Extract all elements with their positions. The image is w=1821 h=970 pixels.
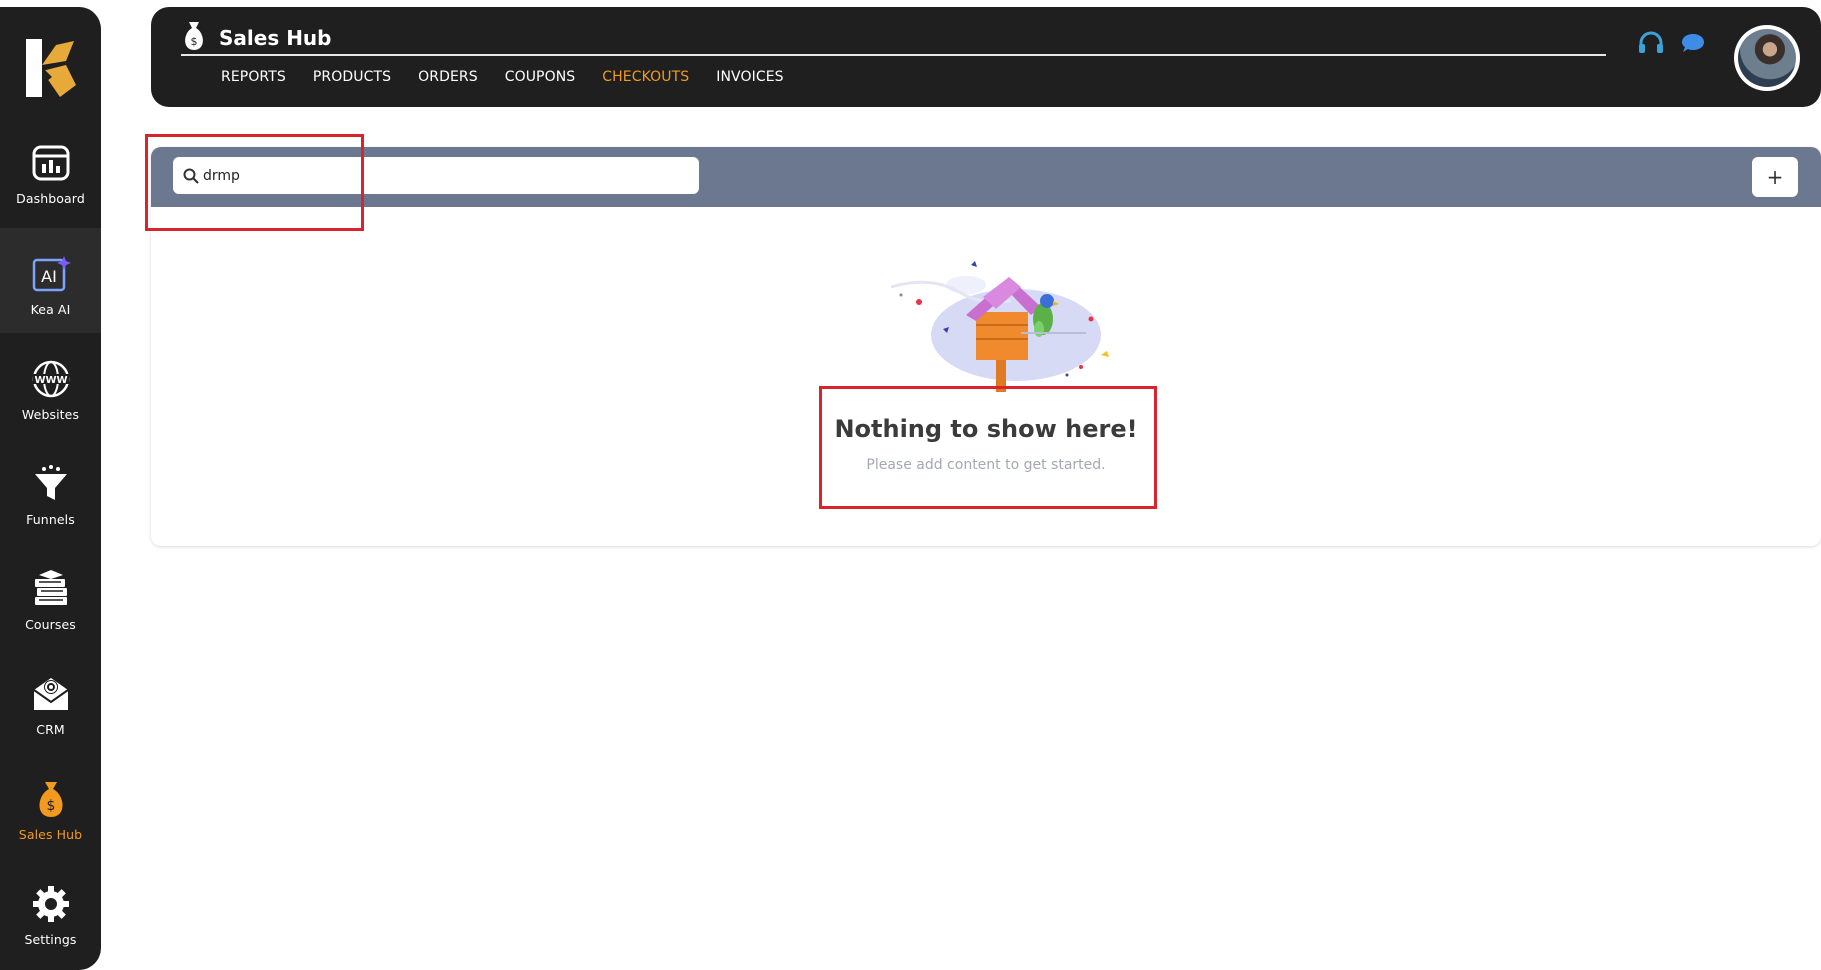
tab-reports[interactable]: REPORTS [221, 69, 286, 85]
page-title: Sales Hub [219, 26, 332, 50]
annotation-box-search [145, 134, 364, 231]
user-avatar[interactable] [1734, 25, 1800, 91]
sidebar-item-sales-hub[interactable]: $ Sales Hub [0, 753, 101, 858]
sidebar-item-label: Funnels [26, 512, 75, 527]
tab-coupons[interactable]: COUPONS [505, 69, 576, 85]
sidebar-item-funnels[interactable]: Funnels [0, 438, 101, 543]
sidebar-item-label: Courses [25, 617, 76, 632]
www-icon: WWW [31, 359, 71, 399]
tab-checkouts[interactable]: CHECKOUTS [602, 69, 689, 85]
mail-gear-icon [31, 674, 71, 714]
birdhouse-illustration [890, 261, 1109, 392]
sidebar-item-websites[interactable]: WWW Websites [0, 333, 101, 438]
add-button[interactable]: + [1752, 157, 1798, 197]
dashboard-icon [31, 143, 71, 183]
sidebar-item-label: CRM [36, 722, 65, 737]
svg-text:$: $ [191, 35, 198, 48]
money-bag-icon: $ [31, 779, 71, 819]
kea-logo-icon[interactable] [26, 37, 78, 99]
books-icon [31, 569, 71, 609]
gear-icon [31, 884, 71, 924]
nav-tabs: REPORTS PRODUCTS ORDERS COUPONS CHECKOUT… [221, 69, 811, 85]
panel-toolbar: + [151, 147, 1821, 207]
svg-text:WWW: WWW [34, 375, 67, 386]
chat-icon[interactable] [1680, 31, 1706, 55]
sidebar-item-label: Dashboard [16, 191, 85, 206]
svg-text:AI: AI [41, 267, 57, 286]
money-bag-icon: $ [185, 22, 203, 50]
sidebar-item-dashboard[interactable]: Dashboard [0, 117, 101, 222]
header-divider [181, 54, 1606, 56]
headset-icon[interactable] [1638, 31, 1664, 55]
tab-invoices[interactable]: INVOICES [716, 69, 783, 85]
annotation-box-empty-state [819, 386, 1157, 509]
sidebar-item-label: Kea AI [30, 302, 71, 317]
sidebar: Dashboard AI Kea AI WWW Websites Funnels… [0, 7, 101, 970]
svg-text:$: $ [46, 798, 55, 814]
funnel-icon [31, 464, 71, 504]
sidebar-item-label: Websites [21, 407, 80, 422]
ai-icon: AI [31, 254, 71, 294]
tab-orders[interactable]: ORDERS [418, 69, 478, 85]
sidebar-item-crm[interactable]: CRM [0, 648, 101, 753]
sidebar-item-settings[interactable]: Settings [0, 858, 101, 963]
sidebar-item-kea-ai[interactable]: AI Kea AI [0, 228, 101, 333]
sidebar-item-label: Sales Hub [18, 827, 83, 842]
sidebar-item-label: Settings [24, 932, 77, 947]
tab-products[interactable]: PRODUCTS [313, 69, 391, 85]
avatar-image [1738, 29, 1796, 87]
top-header: $ Sales Hub REPORTS PRODUCTS ORDERS COUP… [151, 7, 1821, 107]
sidebar-item-courses[interactable]: Courses [0, 543, 101, 648]
